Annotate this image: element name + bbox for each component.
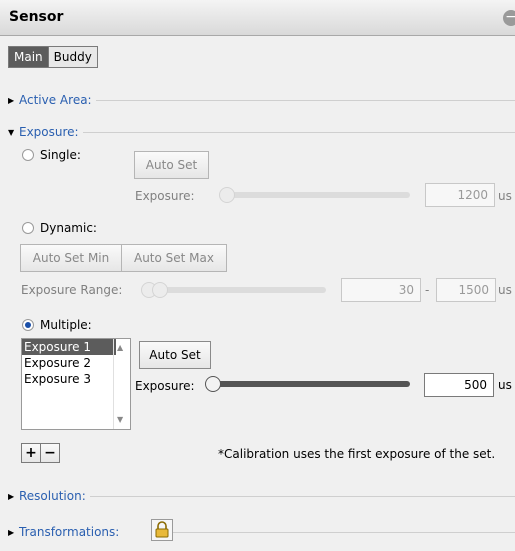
section-resolution[interactable]: ▶ Resolution: xyxy=(8,489,515,503)
add-exposure-button[interactable]: + xyxy=(21,443,41,463)
tab-main[interactable]: Main xyxy=(9,47,48,67)
section-label-transformations[interactable]: Transformations: xyxy=(19,525,119,539)
auto-set-min-button[interactable]: Auto Set Min xyxy=(20,244,122,272)
expand-right-icon[interactable]: ▶ xyxy=(8,492,16,501)
expand-right-icon[interactable]: ▶ xyxy=(8,96,16,105)
section-divider xyxy=(82,131,515,133)
exposure-range-label: Exposure Range: xyxy=(21,283,123,297)
exposure-slider-single[interactable] xyxy=(224,192,410,198)
exposure-field-single[interactable]: 1200 xyxy=(425,183,495,207)
unit-label-single: us xyxy=(498,189,512,203)
range-dash: - xyxy=(425,283,430,297)
list-item[interactable]: Exposure 3 xyxy=(22,371,116,387)
auto-set-button-multiple[interactable]: Auto Set xyxy=(139,341,211,369)
exposure-range-slider[interactable] xyxy=(146,287,326,293)
radio-dot-single[interactable] xyxy=(22,149,34,161)
unit-label-multiple: us xyxy=(498,378,512,392)
exposure-label-single: Exposure: xyxy=(135,189,195,203)
section-exposure[interactable]: ▼ Exposure: xyxy=(8,125,515,139)
range-max-field[interactable]: 1500 xyxy=(436,278,496,302)
tab-bar: Main Buddy xyxy=(8,46,98,68)
exposure-field-multiple[interactable]: 500 xyxy=(424,373,494,397)
radio-multiple[interactable]: Multiple: xyxy=(22,318,92,332)
exposure-slider-multiple[interactable] xyxy=(210,381,410,387)
radio-label-dynamic: Dynamic: xyxy=(40,221,97,235)
scroll-down-icon[interactable]: ▼ xyxy=(117,415,123,424)
list-item[interactable]: Exposure 1 xyxy=(22,339,116,355)
section-label-exposure[interactable]: Exposure: xyxy=(19,125,79,139)
list-scrollbar[interactable]: ▲ ▼ xyxy=(113,339,130,429)
unit-label-dynamic: us xyxy=(498,283,512,297)
expand-down-icon[interactable]: ▼ xyxy=(8,128,16,137)
radio-dot-multiple[interactable] xyxy=(22,319,34,331)
calibration-note: *Calibration uses the first exposure of … xyxy=(218,447,496,461)
section-divider xyxy=(95,99,515,101)
panel-header: Sensor − xyxy=(0,0,515,36)
range-min-field[interactable]: 30 xyxy=(341,278,421,302)
scroll-up-icon[interactable]: ▲ xyxy=(117,343,123,352)
radio-label-multiple: Multiple: xyxy=(40,318,92,332)
radio-single[interactable]: Single: xyxy=(22,148,81,162)
section-divider xyxy=(89,495,515,497)
radio-dot-dynamic[interactable] xyxy=(22,222,34,234)
auto-set-max-button[interactable]: Auto Set Max xyxy=(121,244,227,272)
collapse-icon[interactable]: − xyxy=(503,10,515,26)
section-divider xyxy=(157,531,515,533)
section-label-resolution[interactable]: Resolution: xyxy=(19,489,86,503)
exposure-list[interactable]: Exposure 1 Exposure 2 Exposure 3 ▲ ▼ xyxy=(21,338,131,430)
expand-right-icon[interactable]: ▶ xyxy=(8,528,16,537)
range-knob-max[interactable] xyxy=(152,282,168,298)
exposure-label-multiple: Exposure: xyxy=(135,379,195,393)
list-item[interactable]: Exposure 2 xyxy=(22,355,116,371)
slider-knob-multiple[interactable] xyxy=(205,376,221,392)
tab-buddy[interactable]: Buddy xyxy=(47,47,97,67)
section-label-active-area[interactable]: Active Area: xyxy=(19,93,92,107)
panel-title: Sensor xyxy=(9,9,64,25)
section-active-area[interactable]: ▶ Active Area: xyxy=(8,93,515,107)
auto-set-button-single[interactable]: Auto Set xyxy=(134,151,209,179)
radio-dynamic[interactable]: Dynamic: xyxy=(22,221,97,235)
section-transformations[interactable]: ▶ Transformations: xyxy=(8,525,515,539)
lock-icon[interactable] xyxy=(151,519,173,541)
slider-knob-single[interactable] xyxy=(219,187,235,203)
remove-exposure-button[interactable]: − xyxy=(40,443,60,463)
radio-label-single: Single: xyxy=(40,148,81,162)
